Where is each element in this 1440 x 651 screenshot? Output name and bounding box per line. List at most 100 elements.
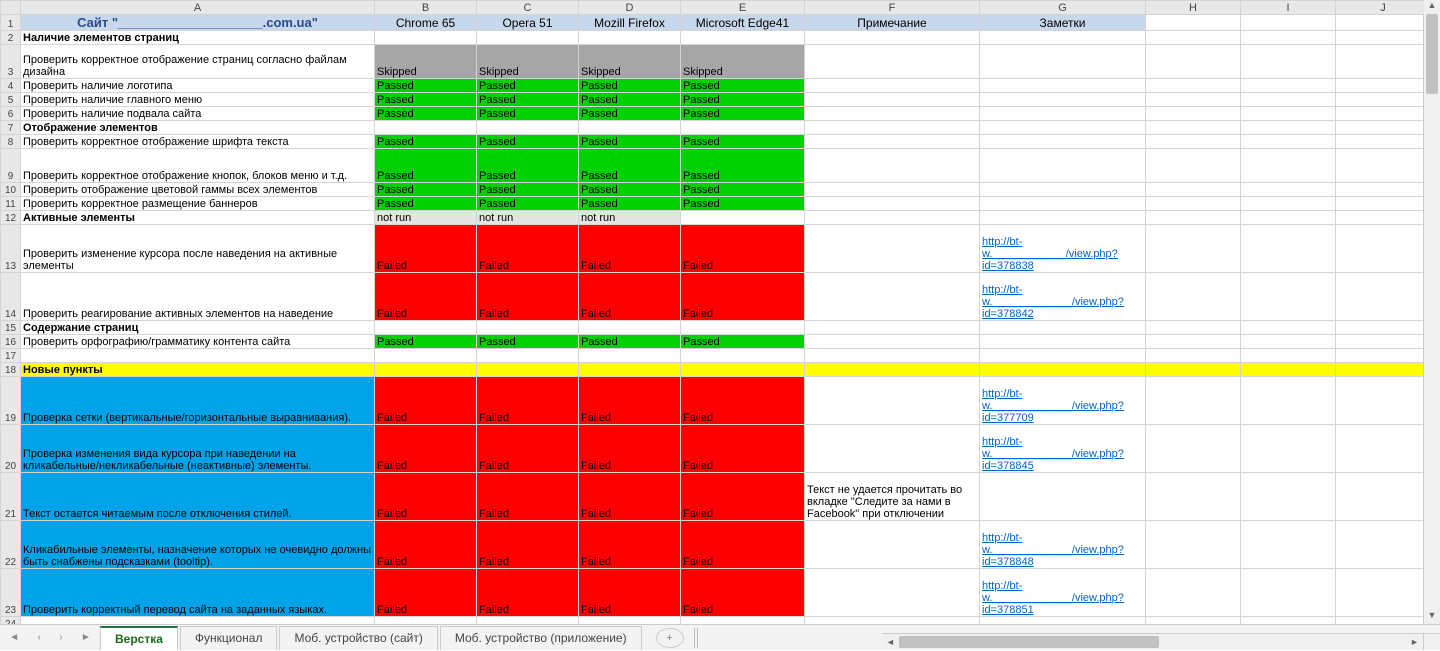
cell[interactable]: Failed	[681, 473, 805, 521]
cell[interactable]	[1336, 521, 1431, 569]
cell[interactable]: Failed	[579, 273, 681, 321]
cell[interactable]: Failed	[375, 225, 477, 273]
cell[interactable]: Passed	[579, 135, 681, 149]
cell[interactable]	[1146, 225, 1241, 273]
cell[interactable]	[1146, 45, 1241, 79]
cell[interactable]	[980, 45, 1146, 79]
cell[interactable]	[1336, 377, 1431, 425]
cell[interactable]	[1336, 473, 1431, 521]
cell[interactable]	[1146, 321, 1241, 335]
cell[interactable]	[375, 121, 477, 135]
cell[interactable]	[805, 135, 980, 149]
cell[interactable]	[579, 31, 681, 45]
cell[interactable]	[1336, 31, 1431, 45]
row-header[interactable]: 11	[1, 197, 21, 211]
cell[interactable]: Passed	[681, 93, 805, 107]
cell[interactable]: Проверка изменения вида курсора при наве…	[21, 425, 375, 473]
cell[interactable]	[1146, 135, 1241, 149]
tab-divider[interactable]	[694, 628, 700, 648]
cell[interactable]	[1336, 93, 1431, 107]
cell[interactable]	[1241, 31, 1336, 45]
cell[interactable]	[1241, 135, 1336, 149]
cell[interactable]	[21, 349, 375, 363]
cell[interactable]: Failed	[477, 377, 579, 425]
cell[interactable]: Opera 51	[477, 15, 579, 31]
cell[interactable]: http://bt-w._____________/view.php?id=37…	[980, 273, 1146, 321]
cell[interactable]	[805, 31, 980, 45]
cell[interactable]	[805, 121, 980, 135]
cell[interactable]	[579, 617, 681, 625]
row-header[interactable]: 6	[1, 107, 21, 121]
sheet-tab[interactable]: Функционал	[180, 626, 278, 650]
grid[interactable]: A B C D E F G H I J 1Сайт "_____________…	[0, 0, 1431, 624]
cell[interactable]	[980, 183, 1146, 197]
sheet-tab[interactable]: Моб. устройство (приложение)	[440, 626, 642, 650]
col-header[interactable]: H	[1146, 1, 1241, 15]
tab-nav-buttons[interactable]: ◄ ‹ › ►	[0, 632, 100, 643]
cell[interactable]: Failed	[579, 569, 681, 617]
cell[interactable]	[805, 93, 980, 107]
row-header[interactable]: 15	[1, 321, 21, 335]
cell[interactable]	[1241, 225, 1336, 273]
cell[interactable]	[1241, 473, 1336, 521]
scroll-right-button[interactable]: ►	[1406, 634, 1423, 650]
cell[interactable]: Failed	[477, 425, 579, 473]
scroll-thumb-vertical[interactable]	[1426, 14, 1438, 94]
cell[interactable]	[1241, 377, 1336, 425]
cell[interactable]: Проверить реагирование активных элементо…	[21, 273, 375, 321]
row-header[interactable]: 22	[1, 521, 21, 569]
cell[interactable]	[980, 349, 1146, 363]
cell[interactable]: Failed	[477, 521, 579, 569]
cell[interactable]	[681, 211, 805, 225]
cell[interactable]: Skipped	[681, 45, 805, 79]
cell[interactable]: Новые пункты	[21, 363, 375, 377]
column-header-row[interactable]: A B C D E F G H I J	[1, 1, 1431, 15]
row-header[interactable]: 19	[1, 377, 21, 425]
cell[interactable]	[1241, 121, 1336, 135]
cell[interactable]	[980, 79, 1146, 93]
cell[interactable]	[1146, 79, 1241, 93]
cell[interactable]	[1336, 183, 1431, 197]
cell[interactable]: Passed	[681, 135, 805, 149]
cell[interactable]: Проверить корректное размещение баннеров	[21, 197, 375, 211]
cell[interactable]: Проверить изменение курсора после наведе…	[21, 225, 375, 273]
cell[interactable]	[1241, 107, 1336, 121]
cell[interactable]	[805, 273, 980, 321]
cell[interactable]	[375, 617, 477, 625]
cell[interactable]: Проверить корректное отображение шрифта …	[21, 135, 375, 149]
cell[interactable]: Passed	[375, 335, 477, 349]
cell[interactable]: http://bt-w._____________/view.php?id=37…	[980, 377, 1146, 425]
cell[interactable]	[980, 93, 1146, 107]
cell[interactable]: Passed	[579, 79, 681, 93]
cell[interactable]: not run	[579, 211, 681, 225]
cell[interactable]	[1241, 183, 1336, 197]
cell[interactable]	[1336, 363, 1431, 377]
cell[interactable]	[477, 363, 579, 377]
cell[interactable]: Заметки	[980, 15, 1146, 31]
cell[interactable]: Passed	[375, 135, 477, 149]
cell[interactable]	[1241, 211, 1336, 225]
cell[interactable]: Passed	[579, 93, 681, 107]
cell[interactable]	[805, 211, 980, 225]
cell[interactable]	[1146, 425, 1241, 473]
cell[interactable]	[1146, 197, 1241, 211]
cell[interactable]	[1336, 273, 1431, 321]
cell[interactable]	[1336, 425, 1431, 473]
col-header[interactable]: B	[375, 1, 477, 15]
cell[interactable]: not run	[477, 211, 579, 225]
row-header[interactable]: 23	[1, 569, 21, 617]
cell[interactable]	[477, 121, 579, 135]
cell[interactable]	[980, 473, 1146, 521]
cell[interactable]: Passed	[375, 107, 477, 121]
cell[interactable]	[805, 321, 980, 335]
col-header[interactable]: G	[980, 1, 1146, 15]
cell[interactable]: Passed	[579, 107, 681, 121]
cell[interactable]: http://bt-w._____________/view.php?id=37…	[980, 569, 1146, 617]
cell[interactable]	[805, 79, 980, 93]
cell[interactable]	[1146, 149, 1241, 183]
cell[interactable]	[1241, 335, 1336, 349]
cell[interactable]	[477, 31, 579, 45]
cell[interactable]: Passed	[477, 135, 579, 149]
cell[interactable]	[1336, 335, 1431, 349]
row-header[interactable]: 8	[1, 135, 21, 149]
